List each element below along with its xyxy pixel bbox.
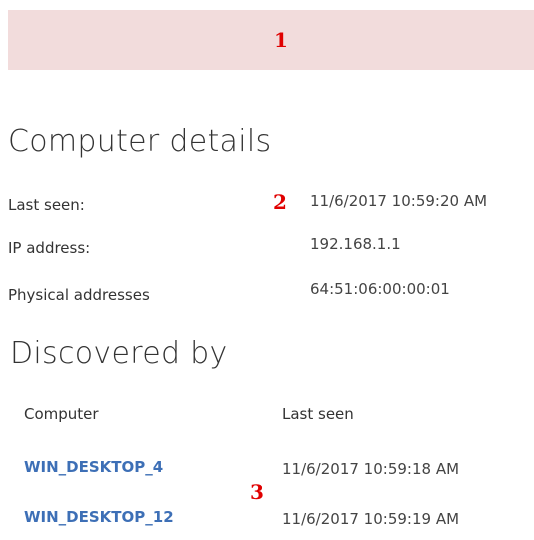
annotation-marker-2: 2 [273,190,287,214]
table-row-last-seen: 11/6/2017 10:59:19 AM [282,510,460,528]
computer-link-win-desktop-4[interactable]: WIN_DESKTOP_4 [24,458,163,476]
physical-addresses-value: 64:51:06:00:00:01 [310,280,450,298]
column-header-computer: Computer [24,405,99,423]
alert-banner [8,10,534,70]
annotation-marker-3: 3 [250,480,264,504]
computer-link-win-desktop-12[interactable]: WIN_DESKTOP_12 [24,508,174,526]
discovered-by-title: Discovered by [10,336,228,371]
physical-addresses-label: Physical addresses [8,286,150,304]
last-seen-label: Last seen: [8,196,85,214]
computer-details-page: 1 Computer details Last seen: 2 11/6/201… [0,0,534,540]
column-header-last-seen: Last seen [282,405,354,423]
annotation-marker-1: 1 [274,28,288,52]
computer-details-title: Computer details [8,124,272,159]
ip-address-label: IP address: [8,239,91,257]
ip-address-value: 192.168.1.1 [310,235,401,253]
last-seen-value: 11/6/2017 10:59:20 AM [310,192,488,210]
table-row-last-seen: 11/6/2017 10:59:18 AM [282,460,460,478]
